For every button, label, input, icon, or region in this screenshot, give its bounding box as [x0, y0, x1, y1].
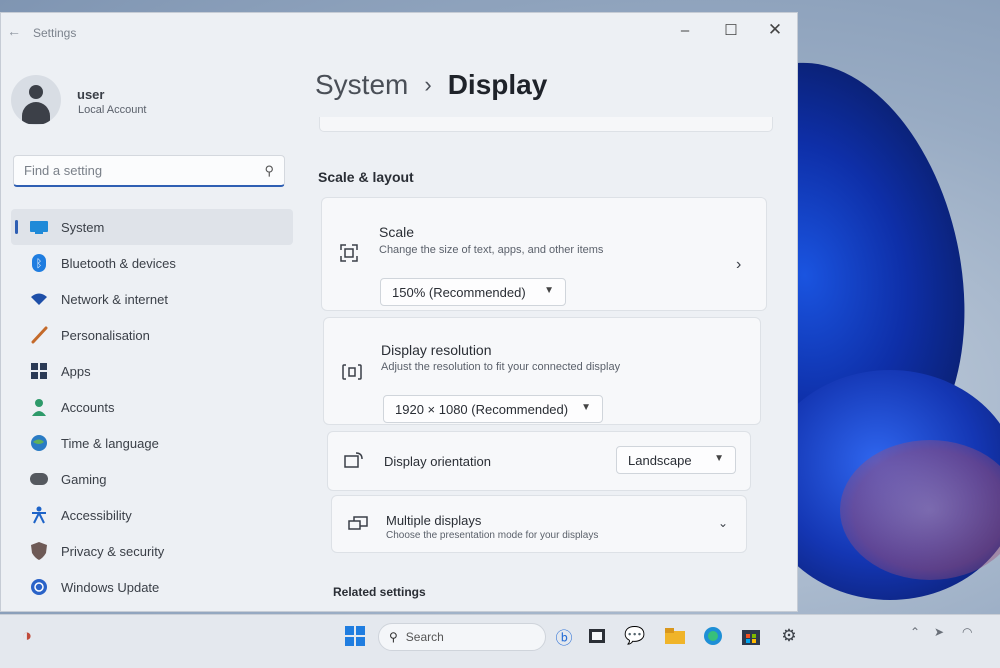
resolution-dropdown-value: 1920 × 1080 (Recommended)	[395, 401, 569, 417]
search-icon: ⚲	[389, 630, 398, 644]
bluetooth-icon: ᛒ	[29, 253, 49, 273]
scale-title: Scale	[379, 224, 415, 240]
sidebar-item-accounts[interactable]: Accounts	[11, 389, 293, 425]
multiple-displays-description: Choose the presentation mode for your di…	[386, 530, 599, 541]
sidebar-item-accessibility[interactable]: Accessibility	[11, 497, 293, 533]
edge-icon[interactable]	[700, 623, 726, 649]
display-orientation-card: Display orientation Landscape ▼	[327, 431, 751, 491]
orientation-title: Display orientation	[384, 454, 491, 469]
wifi-tray-icon[interactable]: ◠	[962, 625, 972, 639]
sidebar-item-label: Accounts	[61, 399, 115, 415]
copilot-icon[interactable]: ◑	[14, 623, 40, 649]
chevron-down-icon[interactable]: ⌄	[718, 516, 728, 530]
sidebar-item-label: Time & language	[61, 435, 159, 451]
display-resolution-card: Display resolution Adjust the resolution…	[323, 317, 761, 425]
taskbar: ◑ ⚲ Search ⓑ 💬 ⚙ ⌃ ➤ ◠	[0, 614, 1000, 668]
previous-card-edge	[319, 117, 773, 132]
scale-icon	[340, 244, 358, 267]
update-icon	[29, 577, 49, 597]
shield-icon	[29, 541, 49, 561]
resolution-title: Display resolution	[381, 342, 492, 358]
taskbar-search[interactable]: ⚲ Search	[378, 623, 546, 651]
gamepad-icon	[29, 469, 49, 489]
sidebar-item-bluetooth[interactable]: ᛒ Bluetooth & devices	[11, 245, 293, 281]
breadcrumb-parent[interactable]: System	[315, 69, 408, 101]
start-icon[interactable]	[342, 623, 368, 649]
sidebar-item-privacy-security[interactable]: Privacy & security	[11, 533, 293, 569]
scale-description: Change the size of text, apps, and other…	[379, 244, 604, 256]
orientation-dropdown[interactable]: Landscape ▼	[616, 446, 736, 474]
sidebar-item-label: Gaming	[61, 471, 107, 487]
search-input[interactable]	[22, 162, 256, 179]
settings-window: ← Settings – ☐ ✕ user Local Account ⚲ Sy…	[0, 12, 798, 612]
back-arrow-icon[interactable]: ←	[7, 23, 21, 39]
sidebar-item-windows-update[interactable]: Windows Update	[11, 569, 293, 605]
breadcrumb: System › Display	[315, 69, 547, 101]
file-explorer-icon[interactable]	[662, 623, 688, 649]
store-icon[interactable]	[738, 623, 764, 649]
wifi-icon	[29, 289, 49, 309]
sidebar-item-time-language[interactable]: Time & language	[11, 425, 293, 461]
account-name: user	[77, 87, 105, 102]
window-title: Settings	[33, 26, 77, 40]
chevron-down-icon: ▼	[581, 402, 591, 413]
person-icon	[29, 397, 49, 417]
resolution-description: Adjust the resolution to fit your connec…	[381, 361, 621, 373]
orientation-dropdown-value: Landscape	[628, 452, 692, 468]
account-type: Local Account	[78, 104, 147, 116]
resolution-dropdown[interactable]: 1920 × 1080 (Recommended) ▼	[383, 395, 603, 423]
sidebar-item-label: Privacy & security	[61, 543, 165, 559]
sidebar-nav: System ᛒ Bluetooth & devices Network & i…	[11, 209, 293, 605]
sidebar-item-personalisation[interactable]: Personalisation	[11, 317, 293, 353]
sidebar-item-network[interactable]: Network & internet	[11, 281, 293, 317]
chevron-up-icon[interactable]: ⌃	[910, 625, 920, 639]
avatar-head	[29, 85, 43, 99]
scale-dropdown-value: 150% (Recommended)	[392, 284, 526, 300]
sidebar-item-label: Windows Update	[61, 579, 160, 595]
taskbar-search-label: Search	[405, 630, 444, 644]
sidebar-item-label: Bluetooth & devices	[61, 255, 176, 271]
resolution-icon	[342, 364, 362, 385]
scale-card[interactable]: Scale Change the size of text, apps, and…	[321, 197, 767, 311]
sidebar-item-apps[interactable]: Apps	[11, 353, 293, 389]
maximize-button[interactable]: ☐	[711, 17, 751, 43]
bing-icon[interactable]: ⓑ	[551, 623, 577, 649]
accessibility-icon	[29, 505, 49, 525]
close-button[interactable]: ✕	[755, 17, 795, 43]
page-title: Display	[447, 69, 548, 100]
scale-dropdown[interactable]: 150% (Recommended) ▼	[380, 278, 566, 306]
sidebar-item-label: Network & internet	[61, 291, 168, 307]
svg-text:ᛒ: ᛒ	[36, 257, 43, 270]
multiple-displays-card[interactable]: Multiple displays Choose the presentatio…	[331, 495, 747, 553]
sidebar-item-system[interactable]: System	[11, 209, 293, 245]
avatar-body	[22, 102, 50, 124]
section-title-related-settings: Related settings	[333, 585, 426, 599]
location-icon: ➤	[934, 625, 945, 639]
sidebar-item-label: Personalisation	[61, 327, 150, 343]
brush-icon	[29, 325, 49, 345]
multiple-displays-icon	[348, 516, 368, 537]
task-view-icon[interactable]	[584, 623, 610, 649]
search-icon[interactable]: ⚲	[264, 163, 274, 179]
sidebar-item-label: Accessibility	[61, 507, 132, 523]
chevron-down-icon: ▼	[544, 285, 554, 296]
sidebar-item-label: System	[61, 219, 105, 235]
chevron-down-icon: ▼	[714, 453, 724, 464]
apps-icon	[29, 361, 49, 381]
search-box[interactable]: ⚲	[13, 155, 285, 187]
avatar[interactable]	[11, 75, 61, 125]
sidebar-item-gaming[interactable]: Gaming	[11, 461, 293, 497]
system-icon	[29, 217, 49, 237]
sidebar-item-label: Apps	[61, 363, 91, 379]
title-bar: ← Settings – ☐ ✕	[1, 13, 797, 49]
chevron-right-icon[interactable]: ›	[736, 256, 741, 274]
globe-icon	[29, 433, 49, 453]
settings-gear-icon[interactable]: ⚙	[776, 623, 802, 649]
chat-icon[interactable]: 💬	[622, 623, 648, 649]
multiple-displays-title: Multiple displays	[386, 513, 482, 528]
orientation-icon	[344, 452, 364, 473]
breadcrumb-separator: ›	[424, 72, 432, 97]
minimize-button[interactable]: –	[665, 17, 705, 43]
section-title-scale-layout: Scale & layout	[318, 169, 414, 185]
